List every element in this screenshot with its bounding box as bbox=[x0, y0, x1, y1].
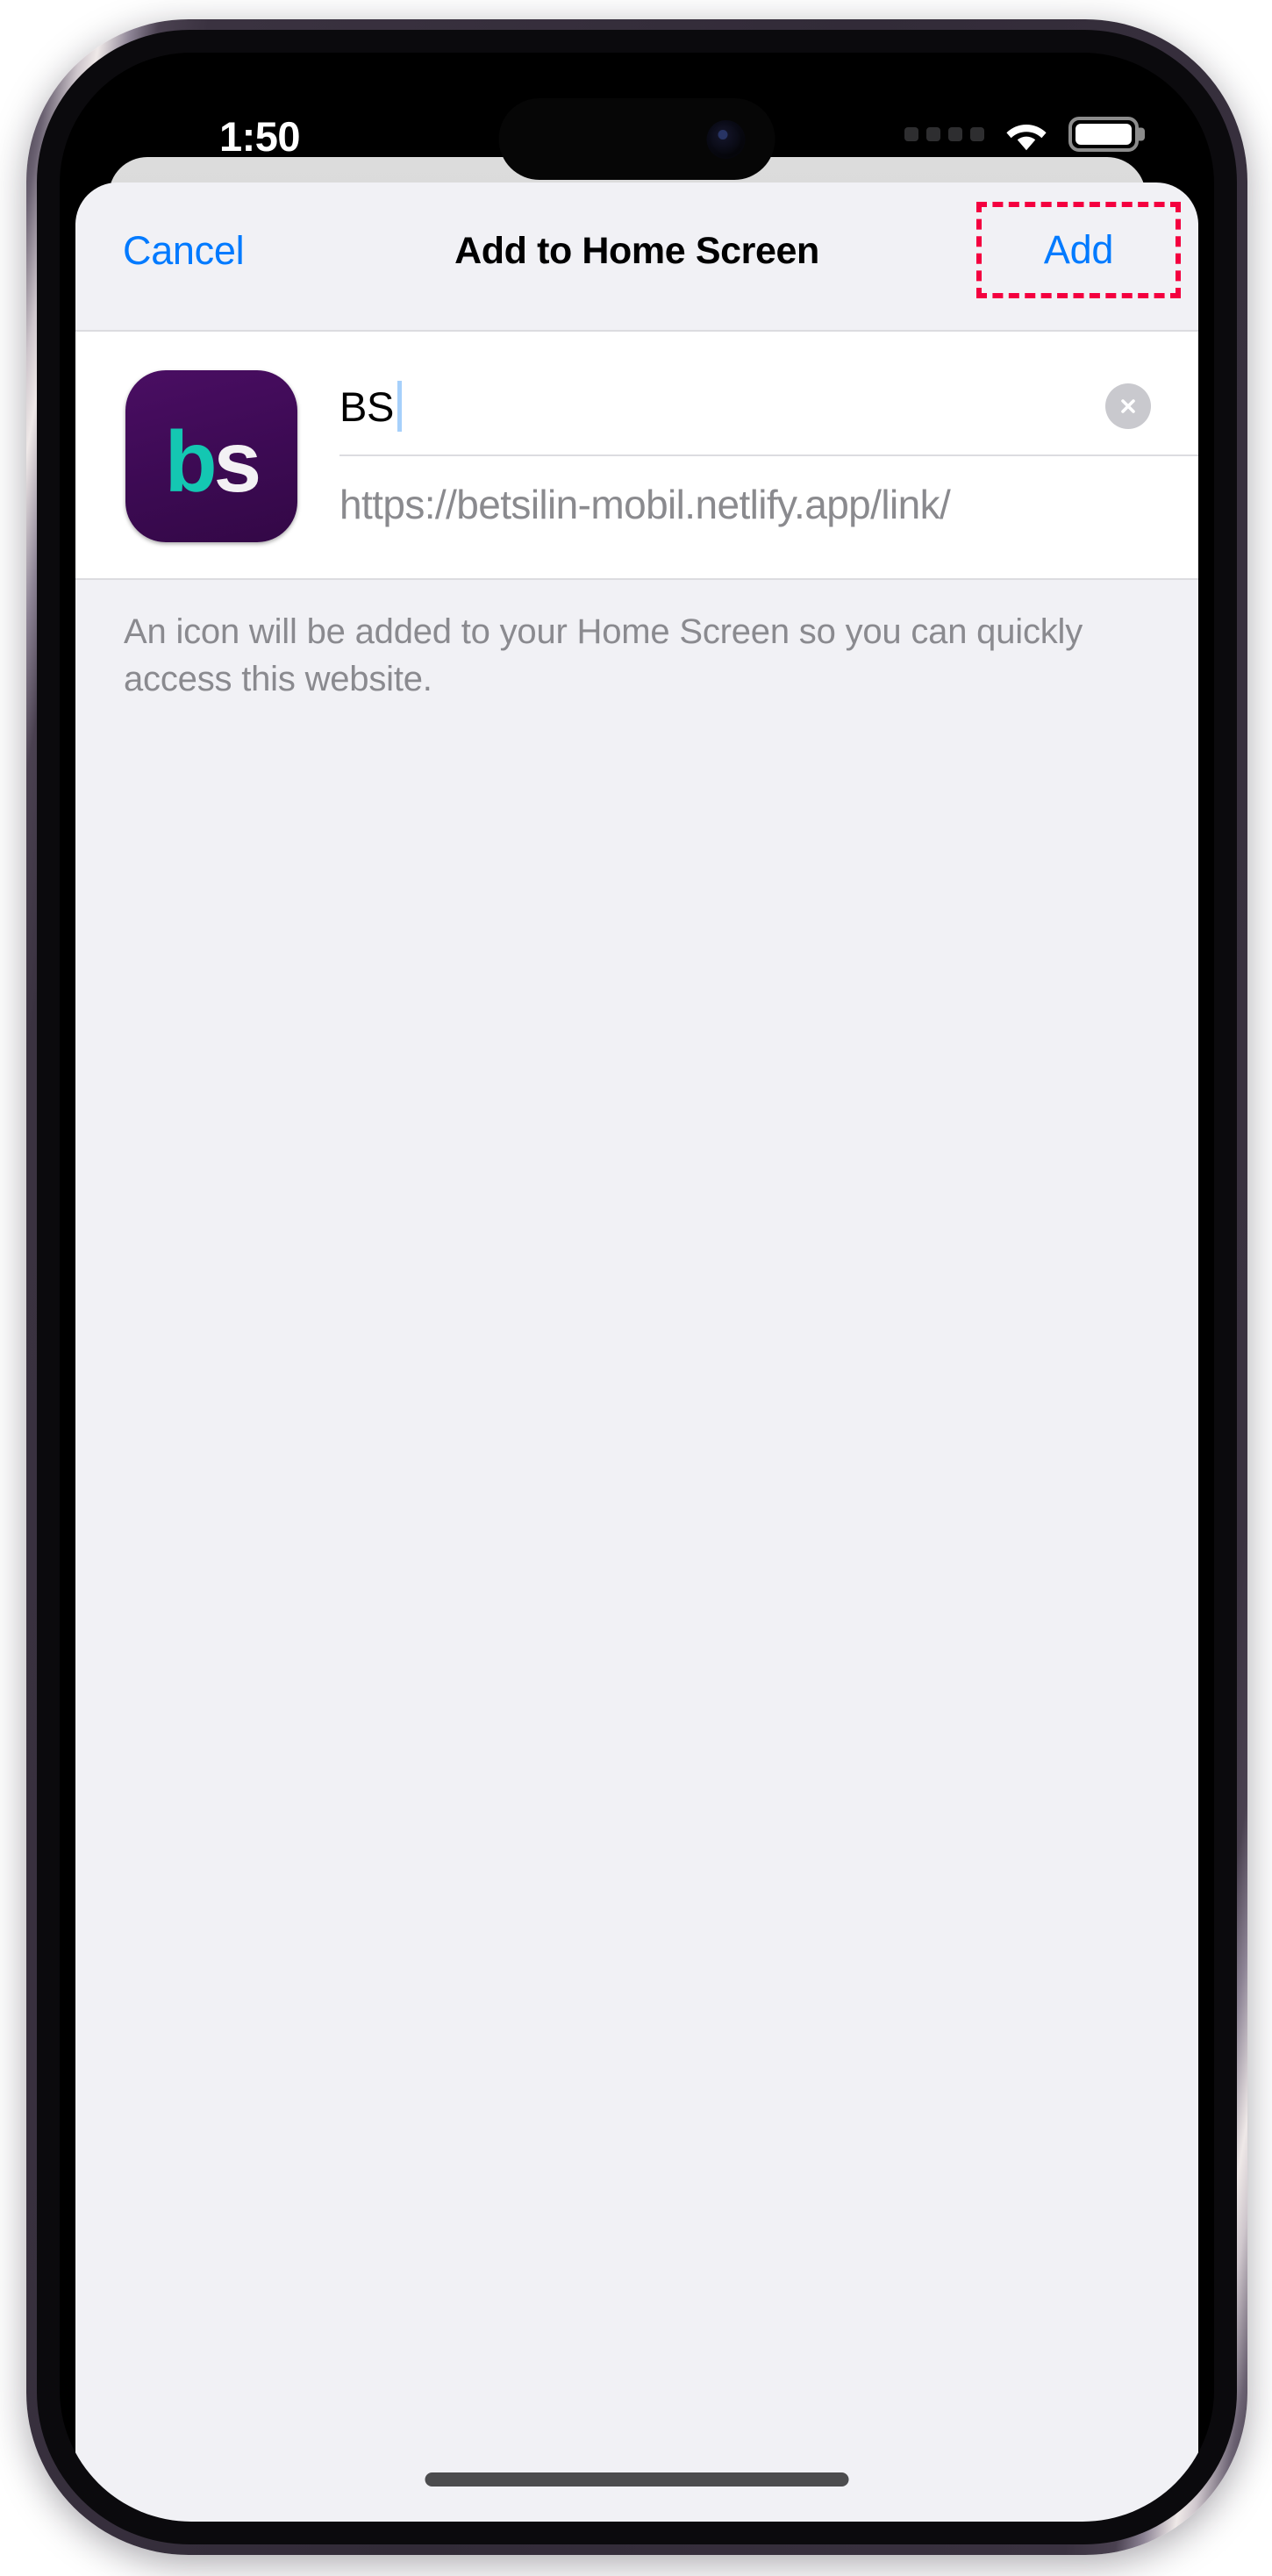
footnote-text: An icon will be added to your Home Scree… bbox=[124, 612, 1083, 698]
battery-full-icon bbox=[1068, 117, 1139, 152]
phone-screen: 1:50 Cancel Add to Home Screen Add bs BS… bbox=[60, 53, 1214, 2522]
clear-circle-x-icon[interactable] bbox=[1105, 383, 1151, 429]
app-icon-bs: bs bbox=[125, 370, 297, 542]
front-camera-icon bbox=[706, 119, 746, 159]
url-field-row[interactable]: https://betsilin-mobil.netlify.app/link/ bbox=[339, 456, 1198, 553]
add-to-home-screen-sheet: Cancel Add to Home Screen Add bs BS http… bbox=[75, 182, 1198, 2522]
add-button[interactable]: Add bbox=[1044, 227, 1113, 273]
status-time: 1:50 bbox=[218, 113, 301, 160]
app-icon-letters: bs bbox=[165, 419, 261, 504]
app-icon-letter-s: s bbox=[213, 413, 261, 510]
phone-bezel: 1:50 Cancel Add to Home Screen Add bs BS… bbox=[37, 30, 1237, 2544]
sheet-header: Cancel Add to Home Screen Add bbox=[75, 182, 1198, 310]
status-indicators bbox=[904, 116, 1139, 153]
form-block: bs BS https://betsilin-mobil.netlify.app… bbox=[75, 330, 1198, 580]
url-input[interactable]: https://betsilin-mobil.netlify.app/link/ bbox=[339, 481, 951, 528]
name-input[interactable]: BS bbox=[339, 383, 394, 431]
wifi-icon bbox=[1006, 125, 1047, 151]
name-field-row[interactable]: BS bbox=[339, 358, 1198, 456]
phone-frame: 1:50 Cancel Add to Home Screen Add bs BS… bbox=[26, 19, 1247, 2555]
cellular-dots-icon bbox=[904, 127, 984, 141]
screenshot-stage: 1:50 Cancel Add to Home Screen Add bs BS… bbox=[0, 0, 1272, 2576]
add-button-highlight: Add bbox=[976, 202, 1181, 298]
text-caret bbox=[397, 381, 403, 432]
form-fields: BS https://betsilin-mobil.netlify.app/li… bbox=[339, 358, 1198, 553]
home-indicator[interactable] bbox=[425, 2472, 849, 2487]
app-icon-letter-b: b bbox=[164, 413, 218, 510]
